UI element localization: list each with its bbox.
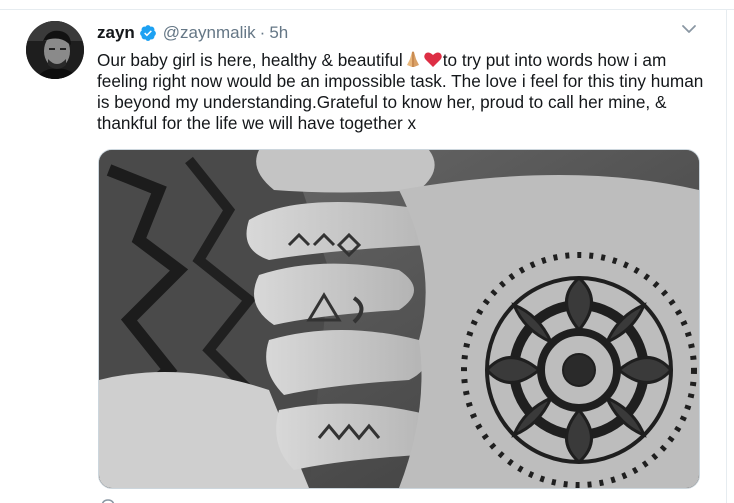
tweet-photo[interactable] [98,149,700,489]
tweet-header: zayn @zaynmalik · 5h [97,22,288,44]
divider [0,9,734,10]
tweet-text-part-1: Our baby girl is here, healthy & beautif… [97,50,403,70]
separator-dot: · [259,23,266,42]
avatar-photo [26,21,84,79]
tattooed-hands-photo [99,150,699,488]
reply-icon[interactable] [100,494,116,503]
tweet-text: Our baby girl is here, healthy & beautif… [97,50,709,134]
verified-badge-icon [139,24,157,42]
user-handle[interactable]: @zaynmalik [163,22,256,44]
red-heart-emoji [423,51,443,68]
avatar[interactable] [26,21,84,79]
display-name[interactable]: zayn [97,22,135,44]
divider [726,9,727,503]
tweet-card: zayn @zaynmalik · 5h Our baby girl is he… [0,0,734,503]
timestamp[interactable]: 5h [269,22,288,44]
chevron-down-icon[interactable] [680,22,698,36]
folded-hands-emoji [403,51,423,68]
